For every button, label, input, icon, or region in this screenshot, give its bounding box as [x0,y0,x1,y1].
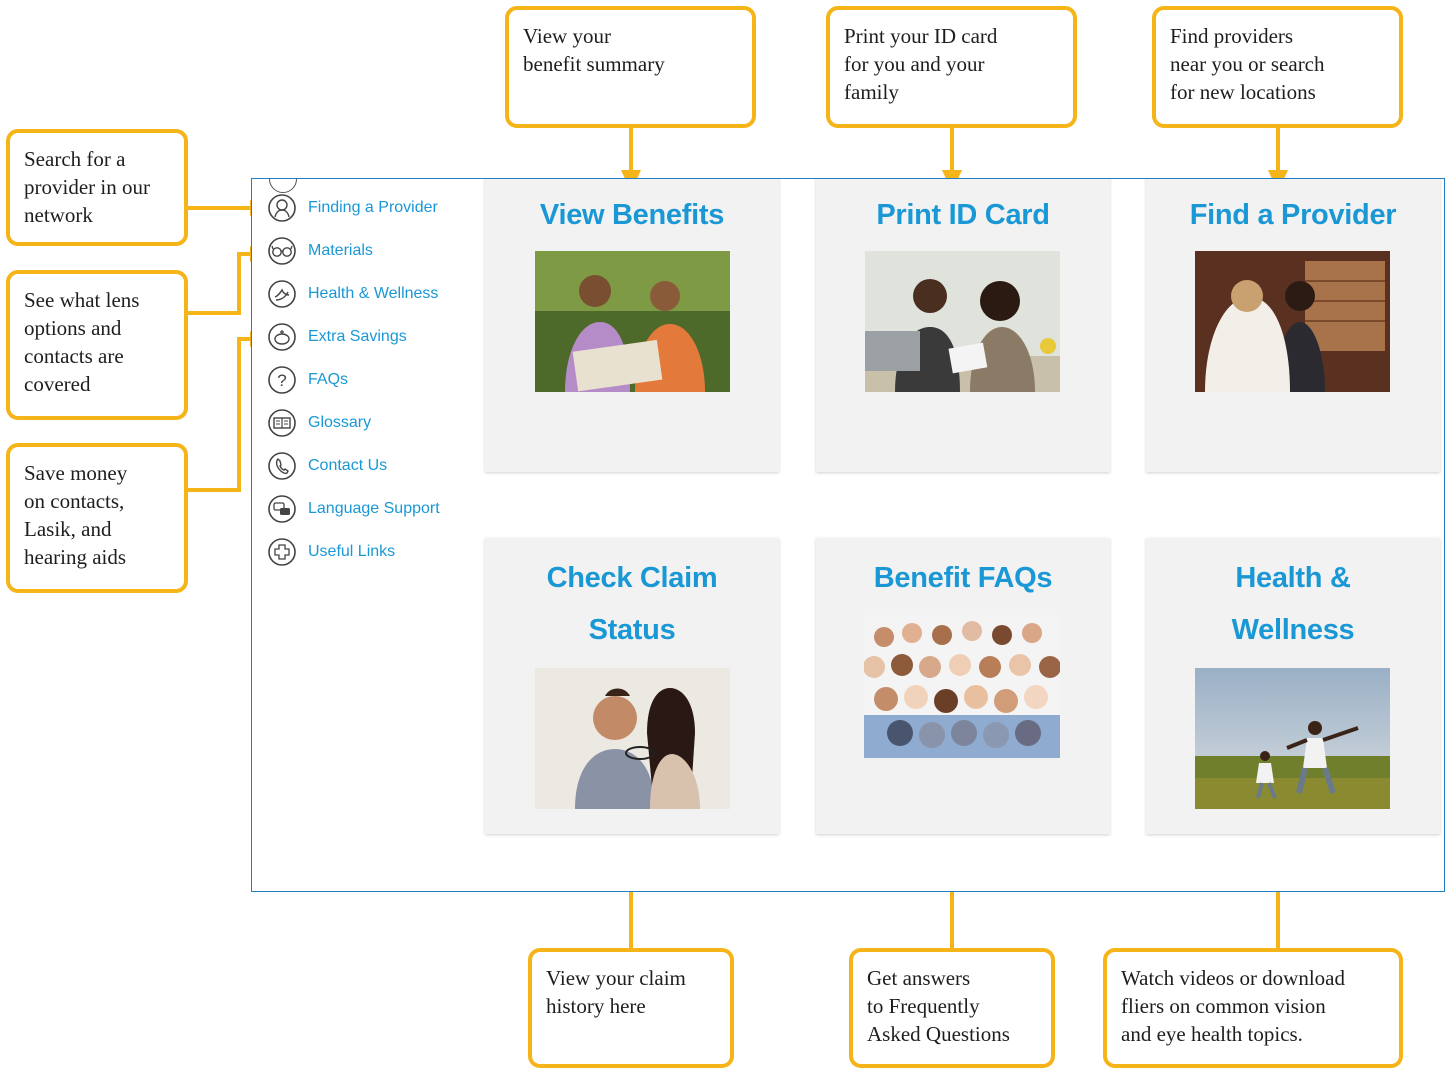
tile-title-line-1: Check Claim [546,562,718,594]
sidebar-item-faqs[interactable]: ? FAQs [267,363,348,397]
sidebar-item-label: Materials [308,242,373,259]
sidebar-item-materials[interactable]: Materials [267,234,373,268]
sidebar-item-useful-links[interactable]: Useful Links [267,535,395,569]
sidebar-item-contact-us[interactable]: Contact Us [267,449,387,483]
question-icon: ? [267,365,297,395]
tile-benefit-faqs[interactable]: Benefit FAQs [816,538,1110,834]
sidebar-item-label: Language Support [308,500,440,517]
callout-search-provider: Search for a provider in our network [6,129,188,246]
sidebar-item-label: Glossary [308,414,372,431]
father-child-field-photo [1195,668,1390,809]
sidebar-item-label: Finding a Provider [308,199,438,216]
svg-text:?: ? [277,371,286,390]
plus-icon [267,537,297,567]
sidebar-item-extra-savings[interactable]: Extra Savings [267,320,407,354]
tile-print-id-card[interactable]: Print ID Card [816,179,1110,472]
callout-extra-savings: Save money on contacts, Lasik, and heari… [6,443,188,593]
tile-title-line-1: Health & [1235,562,1351,594]
tile-title-line-2: Wellness [1231,614,1355,646]
callout-claim-history: View your claim history here [528,948,734,1068]
tile-title: View Benefits [539,199,725,231]
tile-view-benefits[interactable]: View Benefits [485,179,779,472]
sidebar-item-finding-a-provider[interactable]: Finding a Provider [267,191,438,225]
couple-eyeglasses-photo [535,668,730,809]
language-icon [267,494,297,524]
callout-health-wellness: Watch videos or download fliers on commo… [1103,948,1403,1068]
eyeglasses-icon [267,236,297,266]
provider-icon [267,193,297,223]
health-wellness-icon [267,279,297,309]
sidebar-item-glossary[interactable]: Glossary [267,406,371,440]
eye-exam-photo [1195,251,1390,392]
tile-title: Print ID Card [876,199,1050,231]
sidebar-item-label: Extra Savings [308,328,407,345]
sidebar-item-label: Useful Links [308,543,396,560]
phone-icon [267,451,297,481]
callout-find-provider: Find providers near you or search for ne… [1152,6,1403,128]
book-icon [267,408,297,438]
tile-title: Find a Provider [1189,199,1397,231]
tile-title-line-2: Status [588,614,676,646]
crowd-photo [864,615,1060,758]
women-talking-photo [865,251,1060,392]
piggy-bank-icon [267,322,297,352]
tile-health-wellness[interactable]: Health & Wellness [1146,538,1440,834]
couple-hikers-photo [535,251,730,392]
tile-check-claim-status[interactable]: Check Claim Status [485,538,779,834]
tile-find-a-provider[interactable]: Find a Provider [1146,179,1440,472]
callout-print-id-card: Print your ID card for you and your fami… [826,6,1077,128]
callout-view-benefits: View your benefit summary [505,6,756,128]
sidebar-item-label: FAQs [308,371,349,388]
sidebar-item-health-wellness[interactable]: Health & Wellness [267,277,438,311]
tile-title: Benefit FAQs [873,562,1053,594]
callout-materials: See what lens options and contacts are c… [6,270,188,420]
benefits-portal-frame: Finding a Provider Materials Health & We… [251,178,1445,892]
sidebar-item-language-support[interactable]: Language Support [267,492,440,526]
callout-faqs: Get answers to Frequently Asked Question… [849,948,1055,1068]
sidebar-item-label: Health & Wellness [308,285,439,302]
sidebar-item-label: Contact Us [308,457,388,474]
